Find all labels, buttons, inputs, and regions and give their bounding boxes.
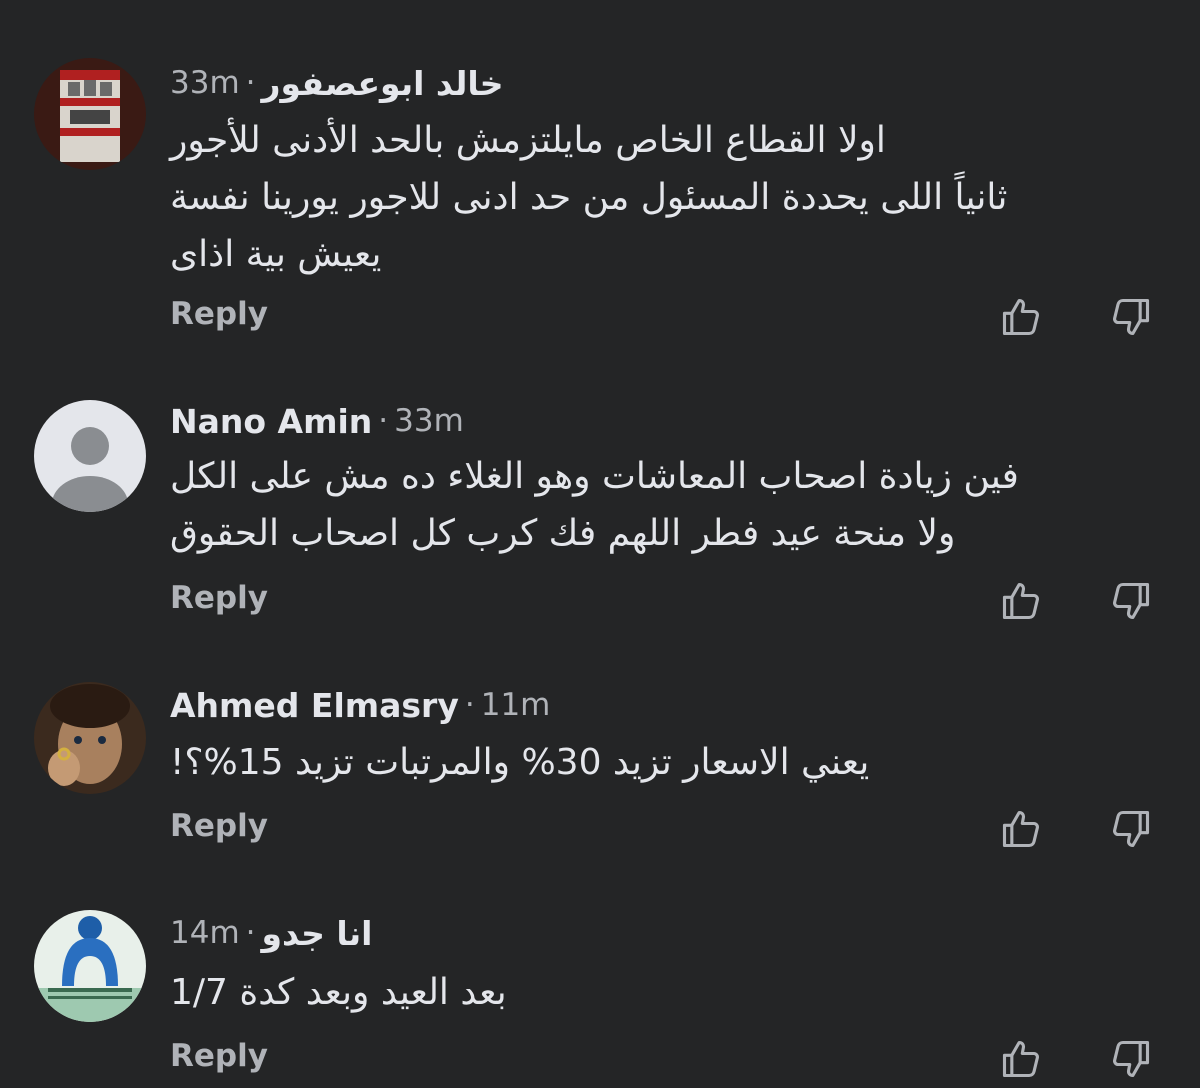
- separator-dot: ·: [245, 65, 256, 101]
- comment-time[interactable]: 33m: [394, 403, 464, 439]
- author-name[interactable]: Nano Amin: [170, 402, 372, 441]
- comment-text: فين زيادة اصحاب المعاشات وهو الغلاء ده م…: [170, 448, 1152, 562]
- thumbs-up-icon[interactable]: [998, 806, 1044, 852]
- separator-dot: ·: [245, 915, 256, 951]
- author-name[interactable]: Ahmed Elmasry: [170, 686, 459, 725]
- comment-text: بعد العيد وبعد كدة 1/7: [170, 964, 1152, 1021]
- thumbs-up-icon[interactable]: [998, 578, 1044, 624]
- comment-line: بعد العيد وبعد كدة 1/7: [170, 972, 507, 1013]
- comment-meta: 14m · انا جدو: [170, 910, 372, 956]
- comment-time[interactable]: 11m: [481, 687, 551, 723]
- author-name[interactable]: خالد ابوعصفور: [262, 64, 504, 103]
- thumbs-down-icon[interactable]: [1108, 578, 1154, 624]
- comment-line: يعني الاسعار تزيد 30% والمرتبات تزيد 15%…: [170, 742, 870, 783]
- avatar[interactable]: [34, 910, 146, 1022]
- comment-meta: 33m · خالد ابوعصفور: [170, 60, 504, 106]
- thumbs-down-icon[interactable]: [1108, 1036, 1154, 1082]
- reply-button[interactable]: Reply: [170, 296, 268, 332]
- comment-line: ثانياً اللى يحددة المسئول من حد ادنى للا…: [170, 177, 1008, 218]
- avatar[interactable]: [34, 682, 146, 794]
- avatar[interactable]: [34, 400, 146, 512]
- reply-button[interactable]: Reply: [170, 580, 268, 616]
- comment-line: فين زيادة اصحاب المعاشات وهو الغلاء ده م…: [170, 456, 1019, 497]
- reply-button[interactable]: Reply: [170, 1038, 268, 1074]
- thumbs-up-icon[interactable]: [998, 294, 1044, 340]
- comment-time[interactable]: 14m: [170, 915, 240, 951]
- reply-button[interactable]: Reply: [170, 808, 268, 844]
- comment-line: ولا منحة عيد فطر اللهم فك كرب كل اصحاب ا…: [170, 513, 956, 554]
- comment-time[interactable]: 33m: [170, 65, 240, 101]
- comment-meta: Ahmed Elmasry · 11m: [170, 682, 550, 728]
- separator-dot: ·: [464, 687, 475, 723]
- comment-text: يعني الاسعار تزيد 30% والمرتبات تزيد 15%…: [170, 734, 1152, 791]
- thumbs-down-icon[interactable]: [1108, 294, 1154, 340]
- comment-line: اولا القطاع الخاص مايلتزمش بالحد الأدنى …: [170, 120, 886, 161]
- comment-line: يعيش بية اذاى: [170, 234, 382, 275]
- comment-meta: Nano Amin · 33m: [170, 398, 464, 444]
- author-name[interactable]: انا جدو: [262, 914, 373, 953]
- thumbs-down-icon[interactable]: [1108, 806, 1154, 852]
- thumbs-up-icon[interactable]: [998, 1036, 1044, 1082]
- avatar[interactable]: [34, 58, 146, 170]
- separator-dot: ·: [378, 403, 389, 439]
- comment-text: اولا القطاع الخاص مايلتزمش بالحد الأدنى …: [170, 112, 1152, 283]
